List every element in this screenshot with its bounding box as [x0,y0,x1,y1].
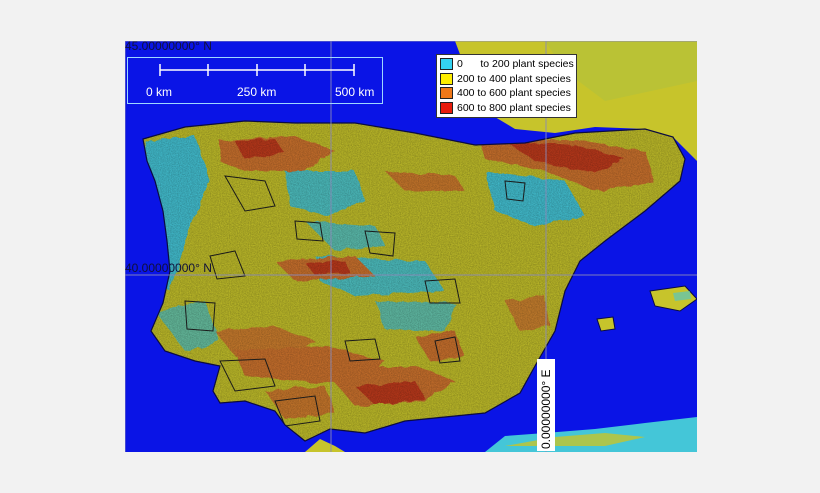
latitude-label-top: 45.00000000° N [125,41,212,53]
longitude-label: 0.00000000° E [539,369,553,449]
legend-item-200-400: 200 to 400 plant species [440,72,573,87]
legend-item-400-600: 400 to 600 plant species [440,86,573,101]
species-richness-map[interactable]: 45.00000000° N 40.00000000° N 0.00000000… [125,41,697,452]
legend-label: 400 to 600 plant species [457,87,571,100]
scale-label-500: 500 km [335,85,375,99]
scale-bar: 0 km 250 km 500 km [127,57,383,104]
legend-label: 200 to 400 plant species [457,72,571,85]
legend-swatch-red [440,101,453,114]
ibiza-island [596,316,616,332]
legend-swatch-orange [440,87,453,100]
legend-label: 0 to 200 plant species [457,58,574,71]
scale-label-250: 250 km [237,85,277,99]
scale-label-0: 0 km [146,85,173,99]
longitude-label-box: 0.00000000° E [537,359,555,451]
legend-swatch-cyan [440,58,453,71]
legend-swatch-yellow [440,72,453,85]
legend-label: 600 to 800 plant species [457,101,571,114]
legend-item-0-200: 0 to 200 plant species [440,57,574,72]
legend: 0 to 200 plant species 200 to 400 plant … [436,54,577,118]
legend-item-600-800: 600 to 800 plant species [440,101,573,116]
latitude-label-mid: 40.00000000° N [125,261,212,275]
